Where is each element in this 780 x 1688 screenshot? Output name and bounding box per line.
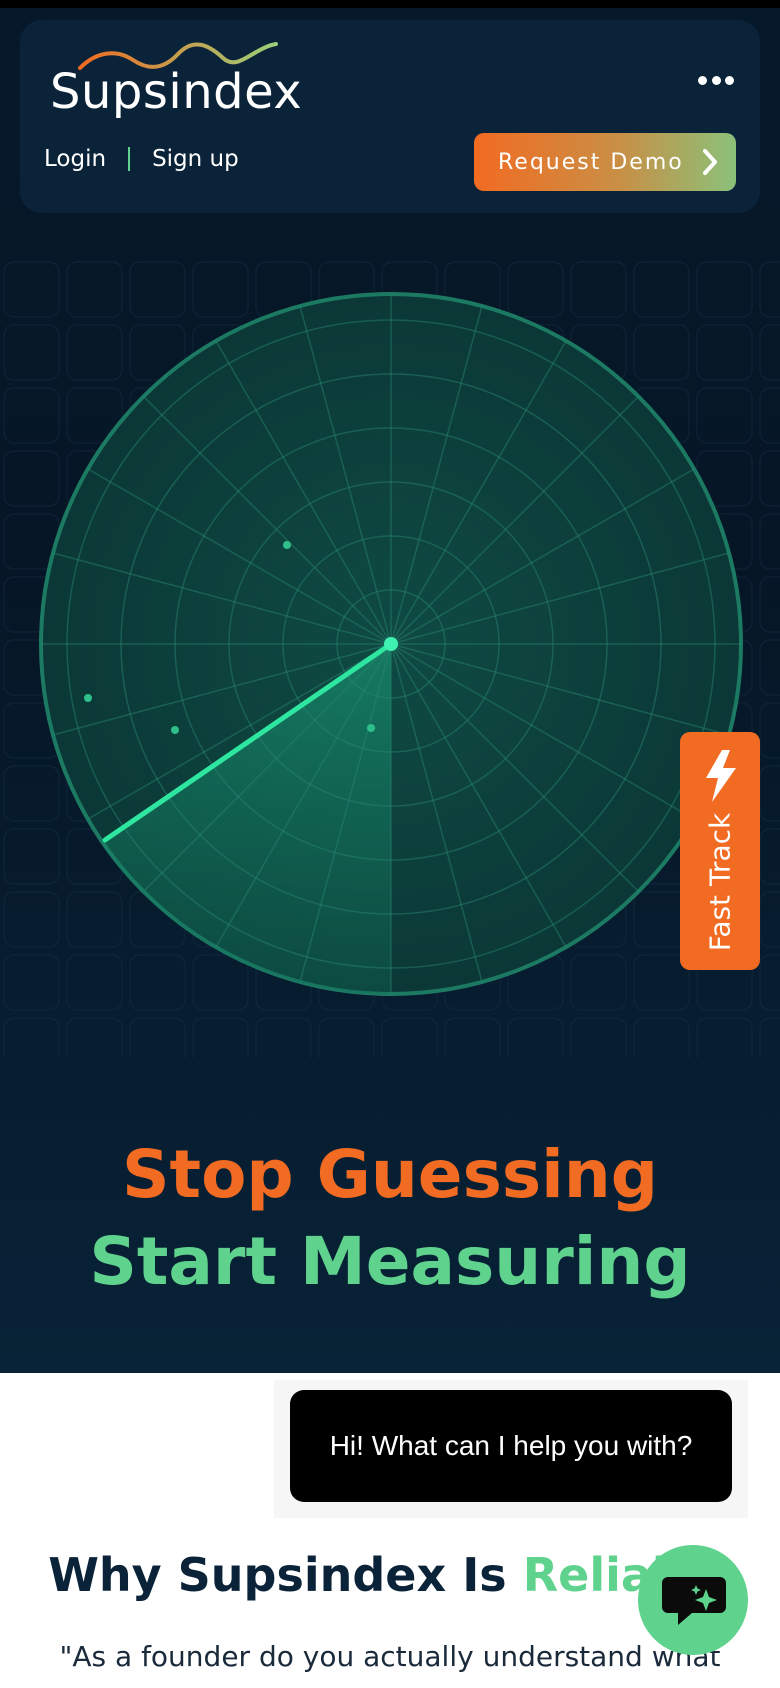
lightning-bolt-icon bbox=[706, 750, 736, 802]
hero-headline-line1: Stop Guessing bbox=[122, 1136, 658, 1213]
section-title-start: Why Supsindex Is bbox=[48, 1548, 523, 1602]
request-demo-label: Request Demo bbox=[498, 149, 684, 175]
divider bbox=[128, 147, 131, 171]
request-demo-button[interactable]: Request Demo bbox=[474, 133, 736, 191]
chat-greeting-bubble[interactable]: Hi! What can I help you with? bbox=[290, 1390, 732, 1502]
dot bbox=[725, 75, 734, 85]
dot bbox=[711, 75, 721, 85]
brand-logo[interactable]: Supsindex bbox=[50, 40, 302, 120]
chevron-right-icon bbox=[703, 149, 717, 175]
dot bbox=[698, 75, 707, 85]
login-link[interactable]: Login bbox=[44, 146, 106, 172]
top-strip bbox=[0, 0, 780, 8]
chat-launcher-button[interactable] bbox=[638, 1545, 748, 1655]
more-menu-button[interactable] bbox=[698, 72, 734, 88]
brand-name: Supsindex bbox=[50, 64, 303, 120]
signup-link[interactable]: Sign up bbox=[152, 146, 239, 172]
auth-links: Login Sign up bbox=[44, 146, 239, 172]
chat-sparkle-icon bbox=[662, 1577, 726, 1625]
fast-track-label: Fast Track bbox=[703, 812, 737, 952]
fast-track-tab[interactable]: Fast Track bbox=[680, 732, 760, 970]
chat-greeting-text: Hi! What can I help you with? bbox=[329, 1430, 693, 1461]
radar-graphic bbox=[39, 292, 743, 996]
hero-section: Supsindex Login Sign up Request Demo Fas… bbox=[0, 8, 780, 1373]
site-header: Supsindex Login Sign up Request Demo bbox=[20, 20, 760, 213]
chat-greeting-container: Hi! What can I help you with? bbox=[274, 1380, 748, 1518]
hero-headline-line2: Start Measuring bbox=[89, 1223, 691, 1300]
